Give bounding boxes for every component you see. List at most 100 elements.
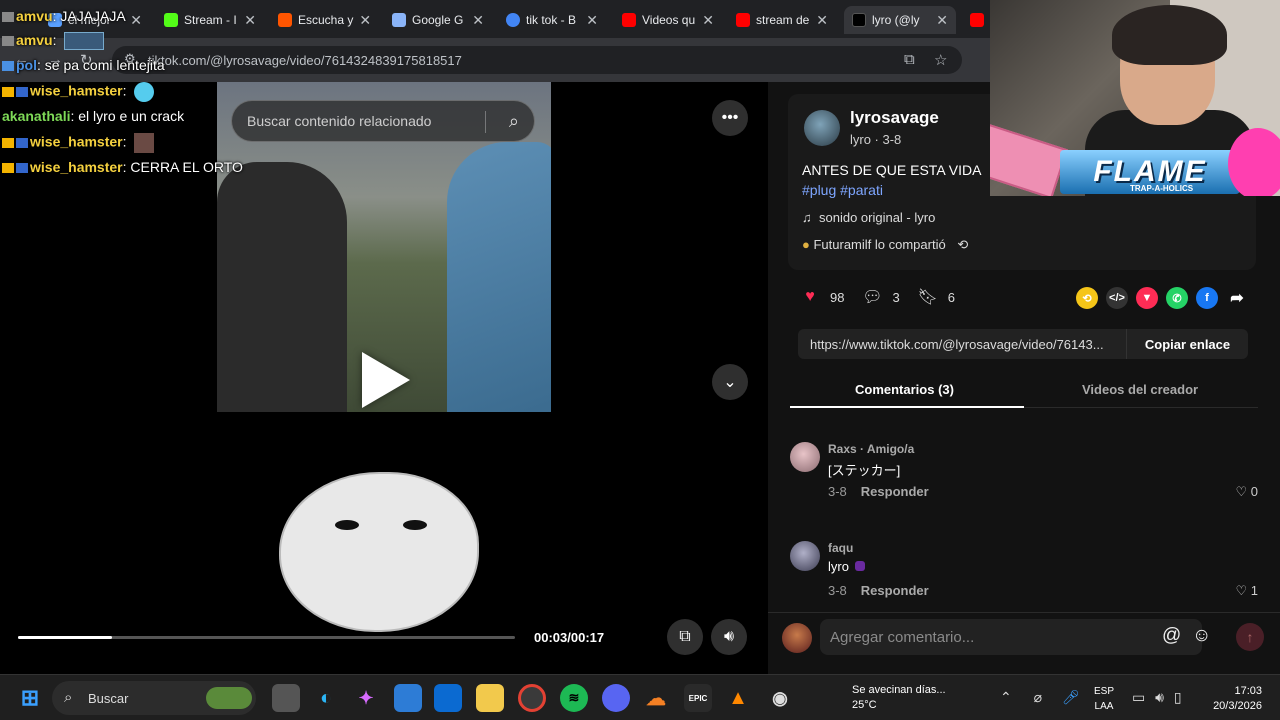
start-menu-windows-icon[interactable]: ⊞	[16, 684, 44, 712]
close-tab-icon[interactable]: ✕	[702, 12, 714, 29]
browser-tab-active[interactable]: lyro (@ly ✕	[844, 6, 956, 34]
comment-input[interactable]	[820, 619, 1202, 655]
music-note-icon: ♫	[802, 210, 812, 225]
close-tab-icon[interactable]: ✕	[472, 12, 484, 29]
url-field[interactable]: ⚙ tiktok.com/@lyrosavage/video/761432483…	[112, 46, 962, 74]
like-button[interactable]: ♥ 98	[800, 287, 844, 307]
vlc-icon[interactable]: ▲	[724, 684, 752, 712]
commenter-avatar[interactable]	[790, 541, 820, 571]
chevron-up-icon[interactable]: ⌃	[1000, 689, 1012, 705]
facebook-icon[interactable]: f	[1196, 287, 1218, 309]
close-tab-icon[interactable]: ✕	[130, 12, 142, 29]
comment-like-button[interactable]: ♡ 1	[1235, 583, 1258, 599]
play-icon[interactable]	[362, 352, 410, 408]
post-music[interactable]: ♫ sonido original - lyro	[802, 210, 935, 225]
sticker-emoji-icon	[854, 561, 865, 571]
microphone-icon[interactable]: 🎤︎	[1062, 689, 1080, 705]
taskbar-search[interactable]: ⌕ Buscar	[52, 681, 256, 715]
share-link-url[interactable]: https://www.tiktok.com/@lyrosavage/video…	[798, 337, 1128, 352]
google-favicon-icon	[506, 13, 520, 27]
chat-text: : CERRA EL ORTO	[122, 159, 243, 175]
embed-code-icon[interactable]: </>	[1106, 287, 1128, 309]
browser-tab-5[interactable]: tik tok - B ✕	[498, 6, 606, 34]
post-comment-button[interactable]: ↑	[1236, 623, 1264, 651]
send-to-friends-icon[interactable]: ▼	[1136, 287, 1158, 309]
browser-tab-2[interactable]: Stream - I ✕	[156, 6, 264, 34]
share-link-box: https://www.tiktok.com/@lyrosavage/video…	[798, 329, 1248, 359]
spotify-icon[interactable]: ≋	[560, 684, 588, 712]
language-indicator[interactable]: ESP LAA	[1094, 684, 1114, 714]
copilot-icon[interactable]: ✦	[352, 684, 380, 712]
emoji-icon[interactable]: ☺	[1192, 625, 1211, 647]
close-tab-icon[interactable]: ✕	[244, 12, 256, 29]
next-video-button[interactable]: ⌄	[712, 364, 748, 400]
browser-tab-7[interactable]: stream de ✕	[728, 6, 836, 34]
post-hashtags[interactable]: #plug #parati	[802, 182, 883, 198]
file-explorer-icon[interactable]	[476, 684, 504, 712]
chrome-icon[interactable]	[518, 684, 546, 712]
browser-tab-9[interactable]	[962, 6, 992, 34]
bookmark-star-icon[interactable]: ☆	[934, 51, 947, 69]
comment-button[interactable]: 💬︎ 3	[862, 287, 899, 307]
heart-icon: ♥	[805, 288, 815, 305]
commenter-avatar[interactable]	[790, 442, 820, 472]
tab-title: Escucha y	[298, 13, 354, 27]
tab-creator-videos[interactable]: Videos del creador	[1082, 382, 1198, 397]
epic-games-icon[interactable]: EPIC	[684, 684, 712, 712]
related-search-input[interactable]: Buscar contenido relacionado ⌕	[231, 100, 535, 142]
floating-player-button[interactable]: ⧉	[667, 619, 703, 655]
tab-comments[interactable]: Comentarios (3)	[855, 382, 954, 397]
commenter-name[interactable]: Raxs · Amigo/a	[828, 442, 914, 456]
save-button[interactable]: 🔖︎ 6	[918, 287, 955, 307]
keyboard-layout: LAA	[1094, 701, 1114, 712]
tab-title: stream de	[756, 13, 810, 27]
creator-avatar[interactable]	[804, 110, 840, 146]
edge-icon[interactable]: ◐	[312, 684, 340, 712]
system-tray[interactable]: ⌃ ⌀ 🎤︎	[1000, 689, 1080, 706]
creator-username[interactable]: lyrosavage	[850, 108, 939, 128]
comment-bubble-icon: 💬︎	[862, 289, 883, 306]
more-options-button[interactable]: •••	[712, 100, 748, 136]
post-actions: ♥ 98 💬︎ 3 🔖︎ 6	[800, 287, 955, 307]
install-app-icon[interactable]: ⧉	[904, 51, 915, 68]
cloud-app-icon[interactable]: ☁	[642, 684, 670, 712]
browser-tab-6[interactable]: Videos qu ✕	[614, 6, 722, 34]
verified-badge-icon	[2, 61, 14, 72]
person-right-image	[447, 142, 551, 412]
tab-title: Videos qu	[642, 13, 696, 27]
mention-icon[interactable]: @	[1162, 625, 1181, 647]
search-icon[interactable]: ⌕	[509, 111, 519, 132]
comment-like-button[interactable]: ♡ 0	[1235, 484, 1258, 500]
whatsapp-icon[interactable]: ✆	[1166, 287, 1188, 309]
microsoft-store-icon[interactable]	[394, 684, 422, 712]
browser-tab-4[interactable]: Google G ✕	[384, 6, 492, 34]
weather-widget[interactable]: Se avecinan días... 25°C	[852, 683, 946, 713]
comment-like-count: 0	[1250, 484, 1258, 499]
video-frame[interactable]	[217, 82, 551, 674]
close-tab-icon[interactable]: ✕	[359, 12, 371, 29]
close-tab-icon[interactable]: ✕	[936, 12, 948, 29]
reply-button[interactable]: Responder	[861, 484, 929, 499]
reply-button[interactable]: Responder	[861, 583, 929, 598]
share-arrow-icon[interactable]: ➦	[1226, 287, 1248, 309]
browser-tab-3[interactable]: Escucha y ✕	[270, 6, 378, 34]
panel-tabs: Comentarios (3) Videos del creador	[790, 376, 1258, 408]
youtube-favicon-icon	[622, 13, 636, 27]
copy-link-button[interactable]: Copiar enlace	[1126, 329, 1248, 359]
close-tab-icon[interactable]: ✕	[586, 12, 598, 29]
moderator-badge-icon	[2, 12, 14, 23]
outlook-icon[interactable]	[434, 684, 462, 712]
volume-button[interactable]: 🔊︎	[711, 619, 747, 655]
network-icon[interactable]: ⌀	[1034, 689, 1042, 705]
task-view-icon[interactable]	[272, 684, 300, 712]
video-progress-bar[interactable]	[18, 636, 515, 639]
obs-icon[interactable]: ◉	[766, 684, 794, 712]
discord-icon[interactable]	[602, 684, 630, 712]
taskbar-clock[interactable]: 17:03 20/3/2026	[1208, 684, 1262, 714]
quick-settings[interactable]: ▭ 🔊︎ ▯	[1132, 689, 1182, 706]
clock-time: 17:03	[1234, 685, 1262, 697]
repost-share-icon[interactable]: ⟲	[1076, 287, 1098, 309]
tab-title: Google G	[412, 13, 464, 27]
commenter-name[interactable]: faqu	[828, 541, 853, 555]
close-tab-icon[interactable]: ✕	[816, 12, 828, 29]
